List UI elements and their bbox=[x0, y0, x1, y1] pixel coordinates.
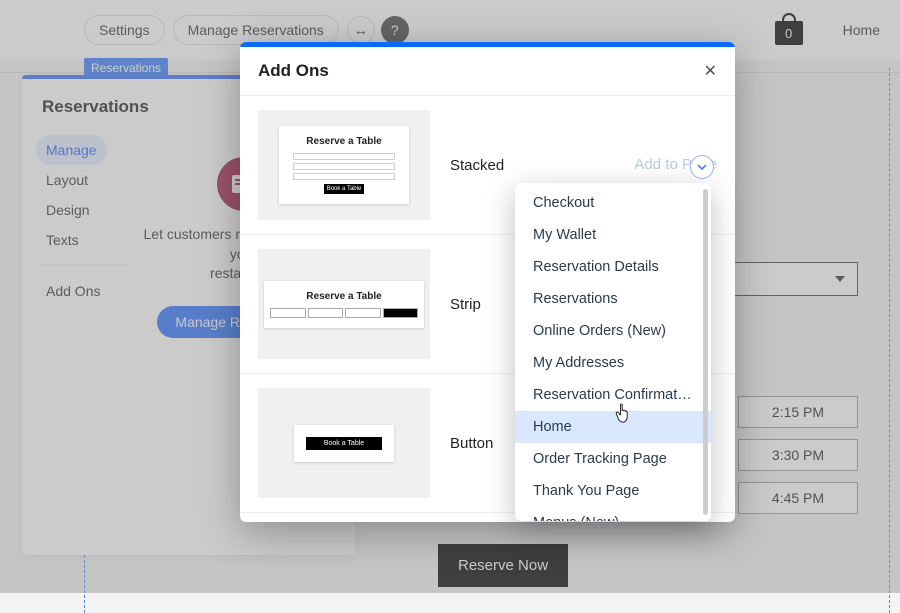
close-icon[interactable]: ✕ bbox=[704, 61, 717, 81]
addon-label-strip: Strip bbox=[450, 296, 510, 313]
dropdown-item[interactable]: Reservation Confirmation bbox=[515, 379, 711, 411]
addon-label-stacked: Stacked bbox=[450, 157, 510, 174]
dropdown-item[interactable]: Online Orders (New) bbox=[515, 315, 711, 347]
dropdown-item[interactable]: Thank You Page bbox=[515, 475, 711, 507]
addon-thumb-strip: Reserve a Table bbox=[258, 249, 430, 359]
dropdown-item[interactable]: My Wallet bbox=[515, 219, 711, 251]
modal-title: Add Ons bbox=[258, 61, 329, 81]
dropdown-item[interactable]: Reservations bbox=[515, 283, 711, 315]
addon-thumb-stacked: Reserve a Table Book a Table bbox=[258, 110, 430, 220]
dropdown-item[interactable]: My Addresses bbox=[515, 347, 711, 379]
dropdown-item[interactable]: Order Tracking Page bbox=[515, 443, 711, 475]
dropdown-item[interactable]: Reservation Details bbox=[515, 251, 711, 283]
chevron-down-icon[interactable] bbox=[690, 155, 714, 179]
addon-thumb-button: Book a Table bbox=[258, 388, 430, 498]
dropdown-item[interactable]: Checkout bbox=[515, 187, 711, 219]
addon-label-button: Button bbox=[450, 435, 510, 452]
dropdown-item[interactable]: Home bbox=[515, 411, 711, 443]
dropdown-item[interactable]: Menus (New) bbox=[515, 507, 711, 521]
page-select-dropdown[interactable]: CheckoutMy WalletReservation DetailsRese… bbox=[515, 183, 711, 521]
